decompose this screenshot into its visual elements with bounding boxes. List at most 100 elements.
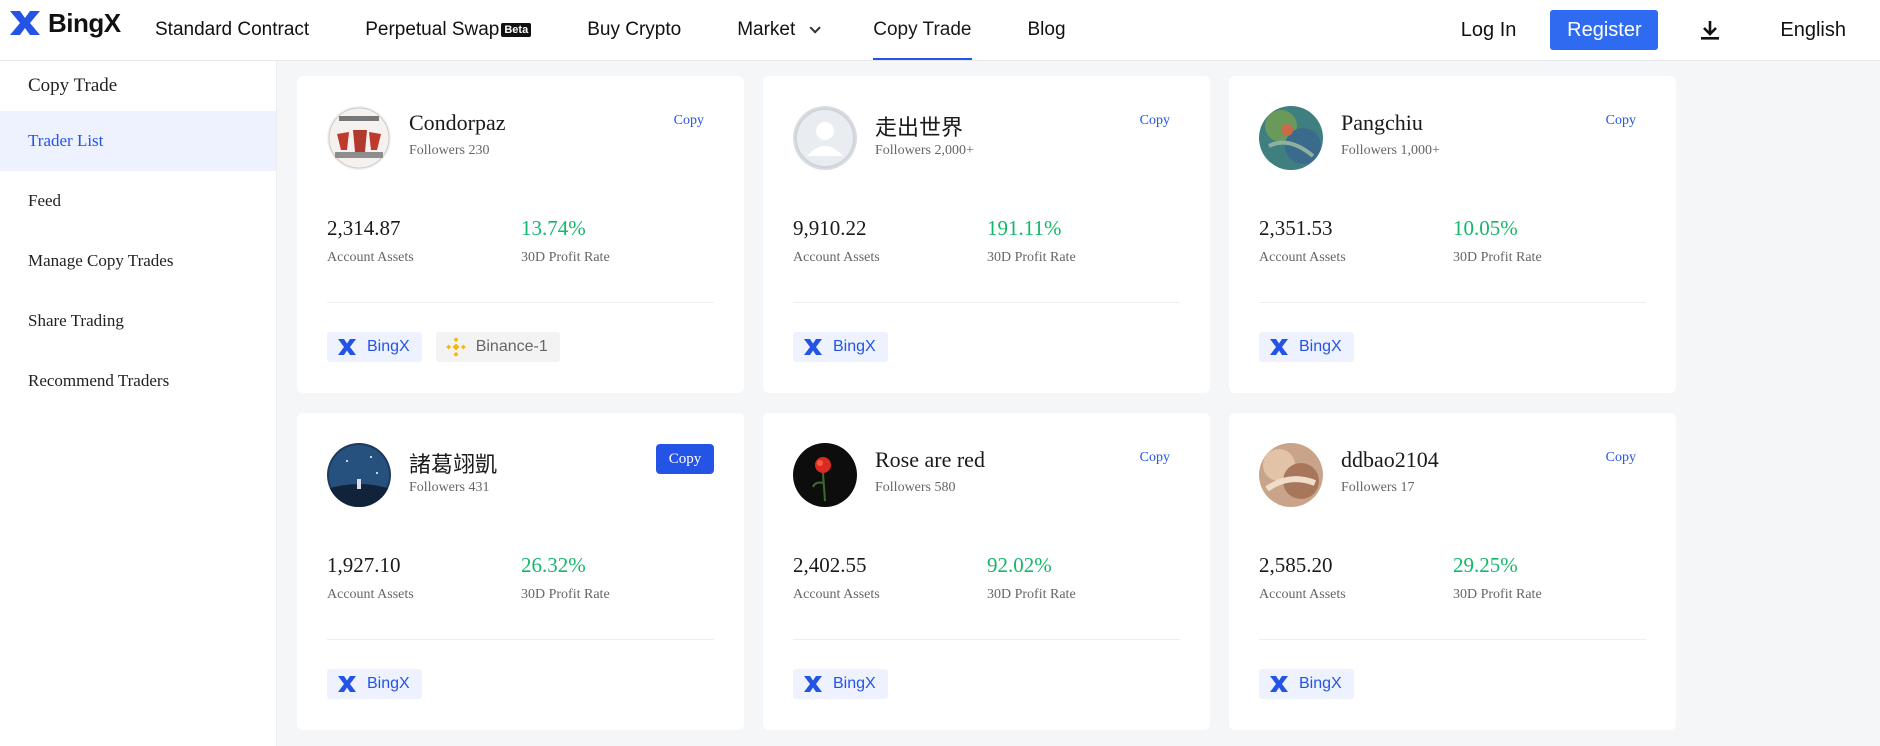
nav-standard-contract[interactable]: Standard Contract [155,0,309,60]
nav-label: Perpetual Swap [365,19,500,40]
copy-button[interactable]: Copy [656,444,714,474]
language-selector[interactable]: English [1780,19,1846,42]
download-icon[interactable] [1698,18,1722,42]
trader-card[interactable]: Pangchiu Followers 1,000+ Copy 2,351.53 … [1229,76,1676,393]
avatar[interactable] [793,443,857,507]
sidebar-item-feed[interactable]: Feed [0,171,276,231]
profit-rate-label: 30D Profit Rate [521,587,610,602]
exchange-tag-label: BingX [833,338,876,355]
nav-label: Standard Contract [155,19,310,40]
account-assets-value: 2,585.20 [1259,553,1333,577]
bingx-icon [338,339,356,355]
nav-market[interactable]: Market [737,0,822,60]
divider [327,639,714,640]
copy-button[interactable]: Copy [1606,450,1636,466]
beta-badge: Beta [501,23,532,37]
avatar-image [327,443,391,507]
trader-card[interactable]: Rose are red Followers 580 Copy 2,402.55… [763,413,1210,730]
sidebar-item-manage-copy-trades[interactable]: Manage Copy Trades [0,231,276,291]
sidebar-item-recommend-traders[interactable]: Recommend Traders [0,351,276,411]
trader-name[interactable]: 走出世界 [875,110,963,142]
trader-name[interactable]: Rose are red [875,447,985,473]
avatar[interactable] [1259,106,1323,170]
avatar-image [793,443,857,507]
exchange-tag-label: BingX [367,338,410,355]
trader-card[interactable]: 諸葛翊凱 Followers 431 Copy 1,927.10 Account… [297,413,744,730]
avatar[interactable] [327,443,391,507]
exchange-tag-bingx: BingX [793,669,888,699]
nav-blog[interactable]: Blog [1028,0,1066,60]
exchange-tags: BingX [1259,669,1354,699]
exchange-tag-binance: Binance-1 [435,332,560,362]
trader-name[interactable]: Condorpaz [409,110,506,136]
avatar-image [1259,106,1323,170]
avatar-image [1259,443,1323,507]
bingx-icon [338,676,356,692]
main-nav: Standard Contract Perpetual Swap Beta Buy… [155,0,1122,60]
avatar[interactable] [327,106,391,170]
nav-label: Market [737,19,796,40]
followers-count: Followers 230 [409,143,490,158]
followers-count: Followers 1,000+ [1341,143,1440,158]
exchange-tag-label: BingX [367,675,410,692]
account-assets-value: 2,351.53 [1259,216,1333,240]
default-avatar-icon [793,106,857,170]
exchange-tags: BingX [1259,332,1354,362]
account-assets-label: Account Assets [793,587,880,602]
avatar[interactable] [793,106,857,170]
exchange-tags: BingX [327,669,422,699]
account-assets-label: Account Assets [1259,587,1346,602]
divider [793,302,1180,303]
nav-label: Copy Trade [873,19,972,40]
avatar[interactable] [1259,443,1323,507]
profit-rate-value: 26.32% [521,553,586,577]
trader-name[interactable]: 諸葛翊凱 [409,447,497,479]
bingx-icon [1270,676,1288,692]
nav-perpetual-swap[interactable]: Perpetual Swap Beta [365,0,532,60]
exchange-tag-bingx: BingX [327,332,422,362]
profit-rate-label: 30D Profit Rate [1453,587,1542,602]
exchange-tag-bingx: BingX [793,332,888,362]
sidebar: Copy Trade Trader List Feed Manage Copy … [0,61,277,746]
login-link[interactable]: Log In [1461,19,1517,42]
copy-button[interactable]: Copy [1140,450,1170,466]
account-assets-label: Account Assets [327,587,414,602]
profit-rate-value: 191.11% [987,216,1062,240]
nav-copy-trade[interactable]: Copy Trade [873,0,972,60]
sidebar-item-copy-trade[interactable]: Copy Trade [0,61,276,111]
trader-card[interactable]: 走出世界 Followers 2,000+ Copy 9,910.22 Acco… [763,76,1210,393]
account-assets-label: Account Assets [327,250,414,265]
exchange-tags: BingX [793,332,888,362]
copy-button[interactable]: Copy [1606,113,1636,129]
nav-buy-crypto[interactable]: Buy Crypto [587,0,681,60]
bingx-logo-icon [10,11,40,35]
bingx-icon [804,676,822,692]
account-assets-value: 2,314.87 [327,216,401,240]
profit-rate-label: 30D Profit Rate [521,250,610,265]
exchange-tag-label: BingX [833,675,876,692]
bingx-logo[interactable]: BingX [8,7,121,39]
register-button[interactable]: Register [1550,10,1659,50]
exchange-tag-bingx: BingX [1259,332,1354,362]
sidebar-item-trader-list[interactable]: Trader List [0,111,276,171]
account-assets-value: 1,927.10 [327,553,401,577]
copy-button[interactable]: Copy [1140,113,1170,129]
chevron-down-icon [809,22,822,34]
copy-button[interactable]: Copy [674,113,704,129]
followers-count: Followers 580 [875,480,956,495]
exchange-tag-bingx: BingX [1259,669,1354,699]
trader-name[interactable]: ddbao2104 [1341,447,1439,473]
bingx-icon [804,339,822,355]
trader-name[interactable]: Pangchiu [1341,110,1423,136]
nav-label: Buy Crypto [587,19,682,40]
profit-rate-value: 10.05% [1453,216,1518,240]
logo-text: BingX [48,7,121,38]
sidebar-item-share-trading[interactable]: Share Trading [0,291,276,351]
profit-rate-value: 13.74% [521,216,586,240]
trader-card[interactable]: Condorpaz Followers 230 Copy 2,314.87 Ac… [297,76,744,393]
exchange-tag-label: Binance-1 [475,338,548,355]
nav-label: Blog [1027,19,1066,40]
trader-card[interactable]: ddbao2104 Followers 17 Copy 2,585.20 Acc… [1229,413,1676,730]
bingx-icon [1270,339,1288,355]
profit-rate-label: 30D Profit Rate [987,587,1076,602]
